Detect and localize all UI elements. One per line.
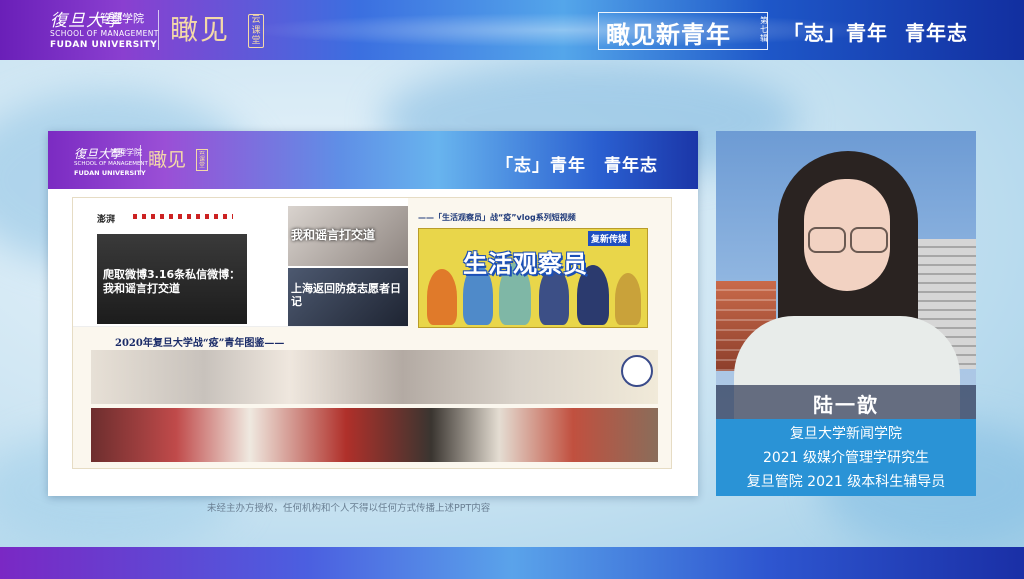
school-name-cn: 管理学院 (100, 12, 144, 25)
slide-brand-logo: 瞰见 (148, 149, 187, 171)
brand-tag: 云课堂 (248, 14, 264, 48)
vlog-title: 生活观察员 (463, 250, 588, 278)
slide-collage: 澎湃 爬取微博3.16条私信微博：我和谣言打交道 我和谣言打交道 上海返回防疫志… (72, 197, 672, 469)
program-subtitle-2: 青年志 (905, 21, 968, 45)
slide-title: 「志」青年 青年志 (496, 156, 658, 176)
vlog-caption: ——「生活观察员」战“疫”vlog系列短视频 (418, 213, 576, 222)
slide-header: 復旦大學 管理学院 SCHOOL OF MANAGEMENT FUDAN UNI… (48, 131, 698, 189)
video-thumbnail-main-text: 爬取微博3.16条私信微博：我和谣言打交道 (103, 268, 241, 295)
slide-university-name-en: FUDAN UNIVERSITY (74, 169, 146, 177)
speaker-video: 陆一歆 复旦大学新闻学院 2021 级媒介管理学研究生 复旦管院 2021 级本… (716, 131, 976, 496)
episode-label: 第七辑 (760, 16, 768, 43)
presentation-slide: 復旦大學 管理学院 SCHOOL OF MANAGEMENT FUDAN UNI… (48, 131, 698, 496)
section-title: 2020年复旦大学战“疫”青年图鉴—— (115, 338, 285, 349)
slide-brand-tag: 云课堂 (196, 149, 208, 171)
bottom-banner (0, 547, 1024, 579)
seal-icon (621, 355, 653, 387)
web-logo: 澎湃 (97, 215, 116, 225)
program-title: 瞰见新青年 (606, 21, 731, 49)
vlog-badge: 复新传媒 (588, 231, 631, 246)
slide-school-name-en: SCHOOL OF MANAGEMENT (74, 161, 148, 167)
speaker-info-line: 2021 级媒介管理学研究生 (762, 450, 930, 466)
web-screenshot: 澎湃 爬取微博3.16条私信微博：我和谣言打交道 我和谣言打交道 上海返回防疫志… (73, 198, 408, 327)
logo-divider (158, 10, 159, 50)
program-subtitle-1: 「志」青年 (783, 21, 888, 45)
speaker-info-line: 复旦管院 2021 级本科生辅导员 (746, 474, 946, 490)
brand-logo: 瞰见 (170, 13, 231, 46)
video-thumbnail-1-text: 我和谣言打交道 (291, 228, 376, 242)
university-name-en: FUDAN UNIVERSITY (50, 40, 158, 50)
top-banner: 復旦大學 管理学院 SCHOOL OF MANAGEMENT FUDAN UNI… (0, 0, 1024, 60)
slide-logo-divider (140, 145, 141, 175)
speaker-name: 陆一歆 (813, 393, 879, 417)
speaker-info-panel: 复旦大学新闻学院 2021 级媒介管理学研究生 复旦管院 2021 级本科生辅导… (716, 419, 976, 496)
glasses-icon (808, 227, 888, 253)
photo-strip-1 (91, 350, 658, 404)
slide-school-name-cn: 管理学院 (110, 148, 142, 157)
photo-strip-2 (91, 408, 658, 462)
copyright-notice: 未经主办方授权，任何机构和个人不得以任何方式传播上述PPT内容 (207, 503, 491, 514)
speaker-info-line: 复旦大学新闻学院 (790, 426, 902, 442)
school-name-en: SCHOOL OF MANAGEMENT (50, 29, 159, 38)
poster-figure (427, 269, 457, 325)
poster-figure (615, 273, 641, 325)
web-nav-dots (133, 214, 233, 219)
video-thumbnail-2-text: 上海返回防疫志愿者日记 (291, 282, 401, 308)
